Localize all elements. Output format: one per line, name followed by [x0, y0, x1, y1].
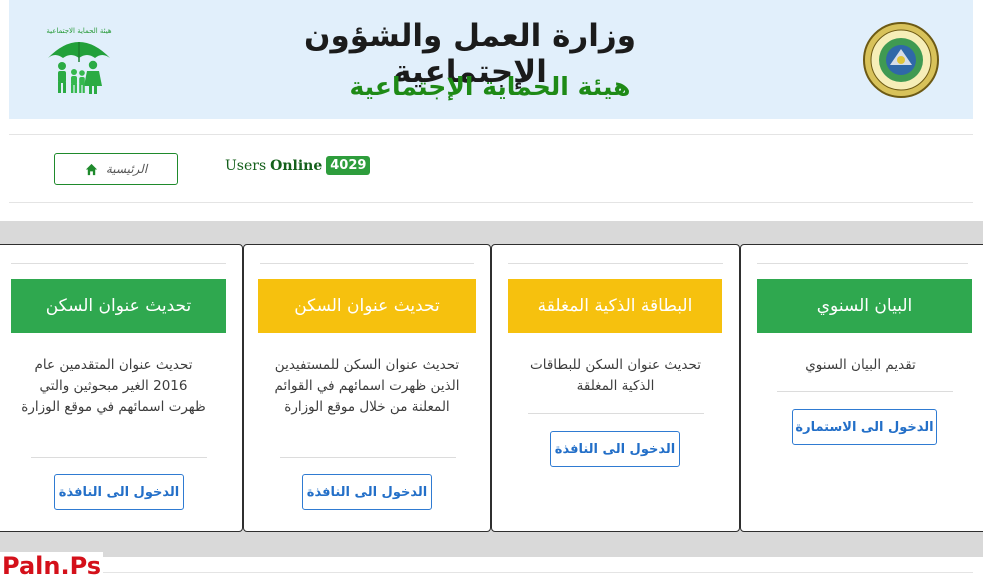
card-header: تحديث عنوان السكن [11, 279, 226, 333]
card-header: البيان السنوي [757, 279, 972, 333]
card-header: تحديث عنوان السكن [258, 279, 476, 333]
divider [9, 572, 973, 573]
service-card-update-address: تحديث عنوان السكن تحديث عنوان السكن للمس… [243, 244, 491, 532]
card-title: البطاقة الذكية المغلقة [537, 296, 693, 316]
ministry-seal [862, 21, 940, 99]
card-title: تحديث عنوان السكن [294, 296, 440, 316]
enter-window-button[interactable]: الدخول الى النافذة [302, 474, 432, 510]
enter-window-button[interactable]: الدخول الى النافذة [550, 431, 680, 467]
users-online: Users Online 4029 [225, 156, 371, 175]
card-title: البيان السنوي [816, 296, 913, 316]
divider [9, 202, 973, 203]
home-icon [85, 163, 97, 175]
enter-form-button[interactable]: الدخول الى الاستمارة [792, 409, 937, 445]
home-label: الرئيسية [105, 162, 148, 176]
service-card-closed-smart-card: البطاقة الذكية المغلقة تحديث عنوان السكن… [491, 244, 740, 532]
online-label: Online [270, 157, 323, 174]
watermark: Paln.Ps [0, 552, 104, 580]
users-label: Users [225, 157, 267, 174]
card-description: تقديم البيان السنوي [805, 357, 916, 373]
card-header: البطاقة الذكية المغلقة [508, 279, 722, 333]
enter-window-button[interactable]: الدخول الى النافذة [54, 474, 184, 510]
card-description: تحديث عنوان المتقدمين عام 2016 الغير مبح… [21, 357, 206, 415]
service-card-annual-statement: البيان السنوي تقديم البيان السنوي الدخول… [740, 244, 983, 532]
online-count-badge: 4029 [326, 156, 371, 175]
divider [9, 134, 973, 135]
svg-text:هيئة الحماية الاجتماعية: هيئة الحماية الاجتماعية [46, 27, 112, 35]
card-description: تحديث عنوان السكن للمستفيدين الذين ظهرت … [274, 357, 460, 415]
authority-logo: هيئة الحماية الاجتماعية [38, 24, 120, 96]
card-description: تحديث عنوان السكن للبطاقات الذكية المغلق… [530, 357, 701, 394]
home-button[interactable]: الرئيسية [54, 153, 178, 185]
service-card-update-address-2016: تحديث عنوان السكن تحديث عنوان المتقدمين … [0, 244, 243, 532]
authority-title: هيئة الحماية الإجتماعية [349, 72, 631, 101]
card-title: تحديث عنوان السكن [45, 296, 192, 316]
